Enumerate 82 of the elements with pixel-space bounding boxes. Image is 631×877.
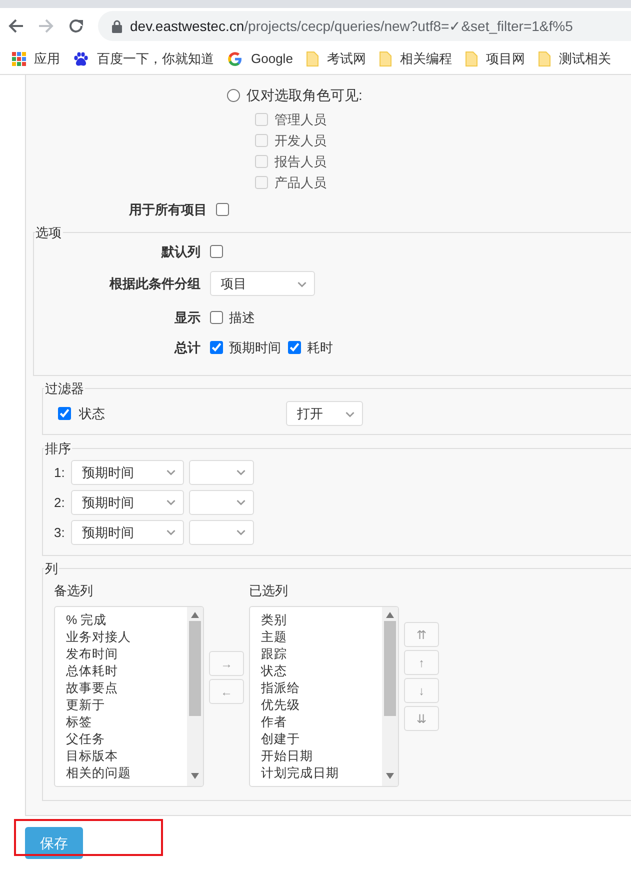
scroll-up-icon[interactable] (386, 612, 394, 618)
filter-label: 状态 (79, 405, 106, 423)
field-label: 根据此条件分组 (108, 275, 202, 293)
list-option[interactable]: 总体耗时 (66, 662, 187, 680)
checkbox-label: 预期时间 (229, 339, 281, 357)
field-label: 默认列 (160, 243, 202, 261)
checkbox[interactable] (210, 245, 222, 258)
scroll-up-icon[interactable] (191, 612, 199, 618)
list-option[interactable]: 开始日期 (261, 748, 382, 765)
bookmark-item[interactable]: 考试网 (306, 49, 366, 69)
list-option[interactable]: 指派给 (261, 680, 382, 697)
google-g-icon (227, 51, 243, 67)
checkbox-label: 描述 (229, 309, 255, 327)
back-icon[interactable] (8, 18, 24, 34)
scroll-down-icon[interactable] (191, 772, 199, 779)
list-option[interactable]: 故事要点 (66, 680, 187, 697)
bookmark-item[interactable]: Google (227, 49, 293, 69)
scrollbar[interactable] (382, 606, 398, 786)
list-option[interactable]: 计划完成日期 (261, 764, 382, 782)
role-label: 管理人员 (274, 111, 326, 129)
checkbox[interactable] (58, 407, 71, 420)
checkbox[interactable] (210, 341, 222, 354)
checkbox-label: 耗时 (307, 339, 333, 357)
list-option[interactable]: 父任务 (66, 730, 187, 748)
paw-icon (73, 51, 89, 67)
url-text: dev.eastwestec.cn/projects/cecp/queries/new?utf8=✓&set_filter=1&f%5 (130, 16, 573, 36)
sort-field-select[interactable]: 预期时间 (71, 520, 184, 545)
field-label: 总计 (173, 339, 202, 357)
field-label: 显示 (174, 309, 202, 327)
folder-icon (538, 51, 551, 67)
bookmark-item[interactable]: 相关编程 (378, 49, 452, 69)
sort-index: 1: (54, 464, 66, 482)
radio-button[interactable] (227, 89, 240, 102)
checkbox[interactable] (210, 311, 222, 324)
role-label: 开发人员 (274, 132, 326, 150)
role-label: 产品人员 (274, 174, 326, 192)
radio-label: 仅对选取角色可见: (246, 86, 362, 105)
list-label: 备选列 (54, 582, 94, 600)
address-bar[interactable]: dev.eastwestec.cn/projects/cecp/queries/new?utf8=✓&set_filter=1&f%5 (98, 11, 631, 41)
reload-icon[interactable] (68, 18, 84, 34)
list-option[interactable]: 业务对接人 (66, 628, 187, 646)
sort-field-select[interactable]: 预期时间 (71, 490, 184, 515)
available-columns-list[interactable]: % 完成 业务对接人 发布时间 总体耗时 故事要点 更新于 标签 父任务 目标版本 相关的问题 (54, 606, 204, 787)
scroll-down-icon[interactable] (386, 772, 394, 779)
sort-index: 3: (54, 524, 66, 542)
list-option[interactable]: 主题 (261, 628, 382, 646)
list-label: 已选列 (249, 582, 289, 600)
list-option[interactable]: 状态 (261, 662, 382, 680)
list-option[interactable]: 作者 (261, 714, 382, 731)
role-label: 报告人员 (274, 153, 326, 171)
list-option[interactable]: 目标版本 (66, 748, 187, 765)
bookmark-item[interactable]: 测试相关 (538, 49, 611, 69)
list-option[interactable]: 标签 (66, 714, 187, 731)
bookmark-item[interactable]: 应用 (12, 49, 60, 69)
field-label: 用于所有项目 (128, 200, 208, 219)
group-by-select[interactable]: 项目 (210, 271, 314, 296)
list-option[interactable]: 更新于 (66, 696, 187, 714)
list-option[interactable]: 优先级 (261, 696, 382, 714)
section-legend: 过滤器 (44, 382, 85, 396)
sort-index: 2: (54, 494, 66, 512)
list-option[interactable]: 相关的问题 (66, 764, 187, 782)
folder-icon (464, 51, 478, 67)
sort-field-select[interactable]: 预期时间 (71, 460, 184, 485)
list-option[interactable]: 类别 (261, 612, 382, 629)
list-option[interactable]: 跟踪 (261, 646, 382, 663)
scrollbar[interactable] (187, 606, 203, 786)
selected-columns-list[interactable]: 类别 主题 跟踪 状态 指派给 优先级 作者 创建于 开始日期 计划完成日期 (249, 606, 399, 787)
folder-icon (378, 51, 392, 67)
checkbox[interactable] (288, 341, 300, 354)
section-legend: 排序 (44, 442, 72, 455)
list-option[interactable]: 发布时间 (66, 646, 187, 663)
apps-grid-icon (12, 52, 26, 66)
folder-icon (306, 51, 319, 67)
bookmark-item[interactable]: 项目网 (464, 49, 525, 69)
section-legend: 选项 (34, 226, 62, 239)
operator-select[interactable]: 打开 (286, 401, 363, 426)
list-option[interactable]: 创建于 (261, 730, 382, 748)
bookmark-item[interactable]: 百度一下，你就知道 (73, 49, 214, 69)
section-legend: 列 (44, 562, 59, 576)
checkbox[interactable] (216, 203, 229, 216)
list-option[interactable]: % 完成 (66, 612, 187, 629)
lock-icon (112, 20, 122, 32)
